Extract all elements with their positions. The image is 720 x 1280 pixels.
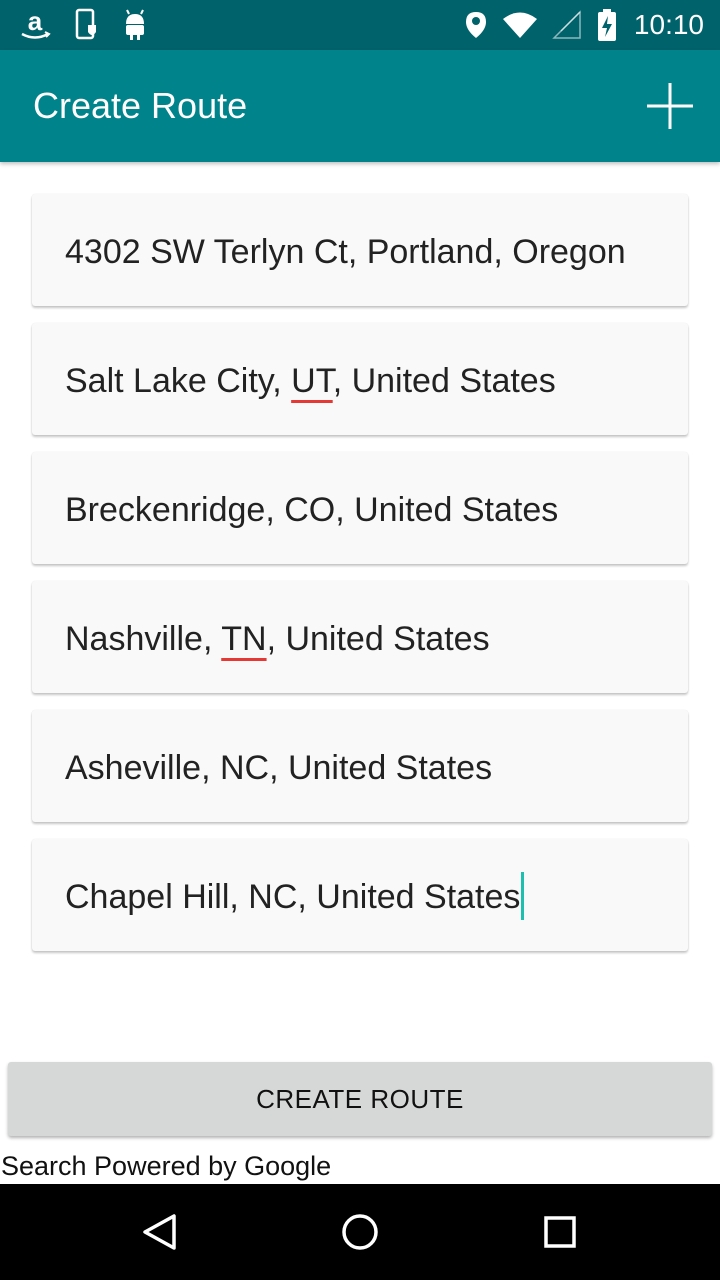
signal-icon <box>552 10 582 40</box>
route-stop-text: Nashville, TN, United States <box>65 620 490 658</box>
route-stop-field[interactable]: Asheville, NC, United States <box>32 710 688 822</box>
recents-icon <box>544 1216 576 1248</box>
plus-icon <box>647 83 693 129</box>
route-stop-field[interactable]: 4302 SW Terlyn Ct, Portland, Oregon <box>32 194 688 306</box>
route-stop-field[interactable]: Nashville, TN, United States <box>32 581 688 693</box>
route-stop-text: Chapel Hill, NC, United States <box>65 839 525 955</box>
battery-charging-icon <box>596 8 618 42</box>
app-bar: Create Route <box>0 50 720 162</box>
phone-shield-icon <box>74 8 100 42</box>
text-cursor <box>521 872 525 921</box>
route-stop-list: 4302 SW Terlyn Ct, Portland, Oregon Salt… <box>32 194 688 968</box>
home-icon <box>342 1214 378 1250</box>
route-stop-text: Salt Lake City, UT, United States <box>65 362 556 400</box>
notification-icons: a <box>18 0 148 50</box>
status-bar: a 10:10 <box>0 0 720 50</box>
attribution-text: Search Powered by Google <box>1 1151 332 1181</box>
route-stop-field-focused[interactable]: Chapel Hill, NC, United States <box>32 839 688 951</box>
spellcheck-flag: TN <box>221 620 267 658</box>
wifi-icon <box>502 10 538 40</box>
spellcheck-flag: UT <box>291 362 333 400</box>
back-icon <box>143 1214 176 1250</box>
nav-back-button[interactable] <box>126 1198 194 1266</box>
svg-text:a: a <box>28 8 43 36</box>
route-stop-text: Breckenridge, CO, United States <box>65 491 559 529</box>
route-stop-text: Asheville, NC, United States <box>65 749 493 787</box>
create-route-button[interactable]: CREATE ROUTE <box>8 1062 712 1136</box>
route-stop-field[interactable]: Breckenridge, CO, United States <box>32 452 688 564</box>
nav-home-button[interactable] <box>326 1198 394 1266</box>
navigation-bar <box>0 1184 720 1280</box>
amazon-icon: a <box>18 8 52 42</box>
nav-recents-button[interactable] <box>526 1198 594 1266</box>
location-icon <box>464 10 488 40</box>
add-stop-button[interactable] <box>642 78 698 134</box>
page-title: Create Route <box>33 85 248 126</box>
android-icon <box>122 8 148 42</box>
route-stop-field[interactable]: Salt Lake City, UT, United States <box>32 323 688 435</box>
clock: 10:10 <box>633 9 704 40</box>
route-stop-text: 4302 SW Terlyn Ct, Portland, Oregon <box>65 233 626 271</box>
system-icons: 10:10 <box>464 0 704 50</box>
